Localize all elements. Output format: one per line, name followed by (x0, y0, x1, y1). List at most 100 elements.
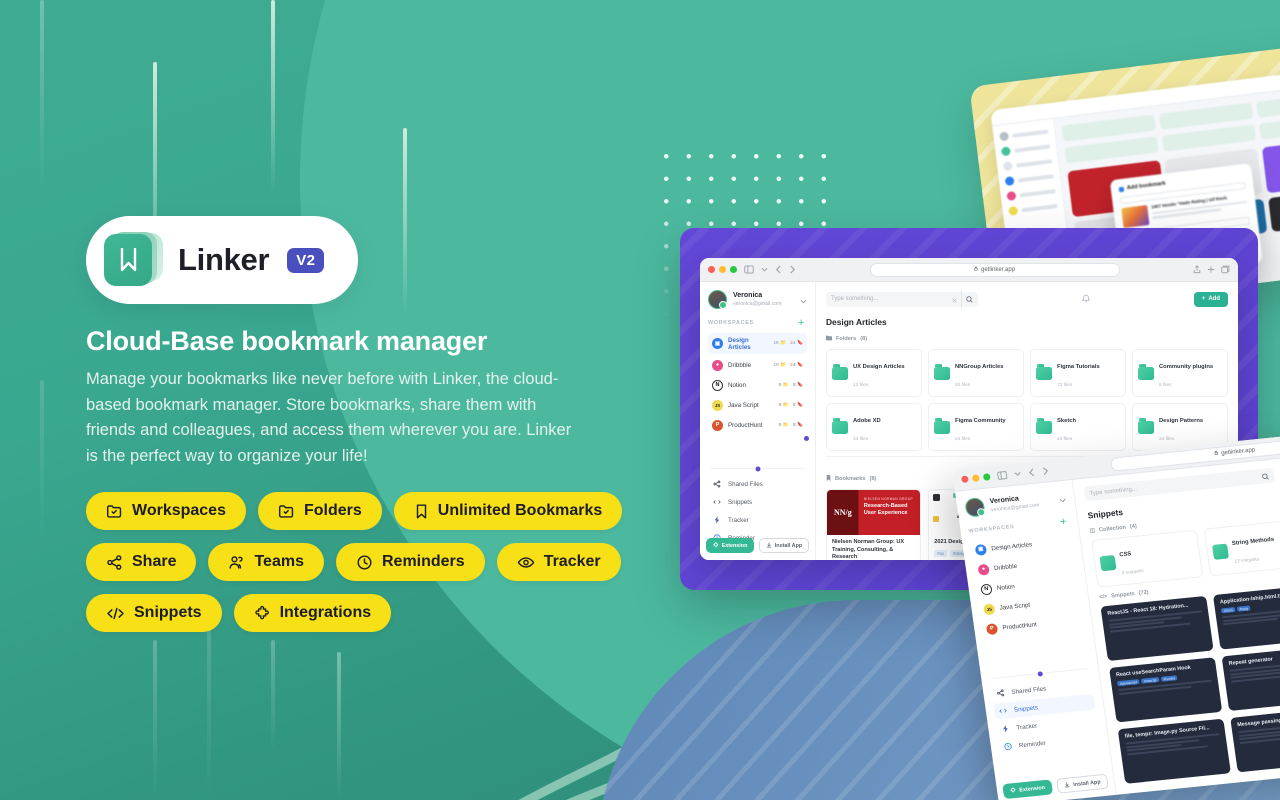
sidebar-footer: Extension Install App (706, 538, 809, 553)
feature-pill-folders[interactable]: Folders (257, 492, 382, 530)
browser-url-bar[interactable]: getlinker.app (869, 262, 1120, 277)
avatar (708, 290, 727, 309)
sidebar-item-tracker[interactable]: Tracker (708, 512, 807, 528)
sidebar-item-dribbble[interactable]: ● Dribbble 10 📁 24 🔖 (708, 356, 807, 374)
sidebar-divider (710, 434, 811, 473)
sidebar-item-design-articles[interactable]: ▣ Design Articles 16 📁 24 🔖 (708, 333, 807, 354)
add-workspace-button[interactable]: + (1059, 516, 1068, 529)
user-profile[interactable]: Veronica veronica@gmail.com (964, 489, 1067, 518)
feature-pill-reminders[interactable]: Reminders (335, 543, 485, 581)
workspaces-section-header: WORKSPACES + (708, 318, 807, 329)
sidebar-item-notion[interactable]: N Notion 8 📁 8 🔖 (708, 376, 807, 394)
snippets-app-window: getlinker.app Veronica veronica@gmail.co… (952, 422, 1280, 800)
forward-icon[interactable] (789, 265, 796, 274)
snippet-card[interactable]: ReactJS - React 18: Hydration... (1100, 595, 1214, 662)
window-traffic-lights[interactable] (960, 473, 991, 484)
collapse-handle[interactable] (753, 464, 762, 473)
bookmark-tag[interactable]: #ux (934, 549, 948, 557)
sidebar-item-producthunt[interactable]: P ProductHunt 8 📁 8 🔖 (708, 416, 807, 434)
feature-pill-label: Integrations (279, 604, 372, 621)
sidebar-item-java-script[interactable]: JS Java Script 8 📁 8 🔖 (708, 396, 807, 414)
snippet-card[interactable]: Repeat generator (1221, 645, 1280, 712)
collection-name: String Methods (1231, 536, 1275, 547)
folder-card[interactable]: NNGroup Articles 50 files (928, 349, 1024, 397)
sidebar-item-shared-files[interactable]: Shared Files (708, 476, 807, 492)
install-app-button[interactable]: Install App (1055, 773, 1109, 794)
snippet-tag[interactable]: #twig (1236, 605, 1251, 612)
feature-pill-workspaces[interactable]: Workspaces (86, 492, 246, 530)
add-button[interactable]: + Add (1193, 291, 1228, 307)
add-workspace-button[interactable]: + (798, 318, 805, 329)
puzzle-icon (1010, 786, 1017, 795)
feature-pill-tracker[interactable]: Tracker (496, 543, 621, 581)
folder-card[interactable]: Figma Tutorials 72 files (1030, 349, 1126, 397)
bookmark-card[interactable]: NN/g NIELSEN NORMAN GROUP Research-Based… (826, 489, 922, 560)
sidebar-item-snippets[interactable]: Snippets (708, 494, 807, 510)
collections-header-label: Collection (1098, 524, 1127, 534)
sidebar-toggle-icon[interactable] (997, 470, 1008, 480)
user-profile[interactable]: Veronica veronica@gmail.com (708, 290, 807, 309)
folder-card[interactable]: UX Design Articles 12 files (826, 349, 922, 397)
notifications-icon[interactable] (1081, 290, 1091, 308)
page-title: Cloud-Base bookmark manager (86, 326, 488, 356)
collection-card[interactable]: CSS 8 snippets (1091, 529, 1204, 588)
search-icon[interactable] (1261, 467, 1270, 486)
back-icon[interactable] (1028, 468, 1036, 478)
feature-pill-unlimited-bookmarks[interactable]: Unlimited Bookmarks (393, 492, 623, 530)
brand-logo-pill[interactable]: Linker V2 (86, 216, 359, 304)
snippet-tag[interactable]: #javascript (1117, 678, 1140, 687)
snippet-tag[interactable]: #html (1220, 607, 1236, 614)
workspace-icon: N (712, 379, 723, 391)
sidebar-footer: Extension Install App (1002, 773, 1109, 800)
chevron-down-icon[interactable] (1014, 471, 1022, 477)
forward-icon[interactable] (1041, 466, 1049, 476)
sidebar-toggle-handle[interactable] (802, 434, 811, 443)
folder-check-icon (106, 503, 123, 520)
snippet-card[interactable]: file, tempz: Image.py Source Fil... (1117, 718, 1231, 784)
new-tab-icon[interactable] (1207, 261, 1215, 279)
workspace-counts: 16 📁 24 🔖 (773, 341, 803, 346)
collection-meta: 12 snippets (1234, 557, 1260, 565)
chevron-down-icon[interactable] (761, 267, 768, 272)
folder-card[interactable]: Community plugins 8 files (1132, 349, 1228, 397)
install-app-button[interactable]: Install App (759, 538, 809, 553)
folder-card[interactable]: Sketch 24 files (1030, 403, 1126, 451)
collapse-handle[interactable] (1034, 668, 1045, 679)
window-traffic-lights[interactable] (708, 266, 737, 273)
feature-pill-label: Share (132, 553, 177, 570)
folder-meta: 24 files (1159, 437, 1175, 442)
bookmark-icon (826, 474, 831, 483)
feature-pill-share[interactable]: Share (86, 543, 197, 581)
snippet-grid: ReactJS - React 18: Hydration... Applica… (1100, 573, 1280, 784)
folder-card[interactable]: Adobe XD 24 files (826, 403, 922, 451)
sidebar-toggle-icon[interactable] (744, 265, 754, 274)
folder-name: Figma Community (955, 418, 1006, 424)
back-icon[interactable] (775, 265, 782, 274)
feature-pill-integrations[interactable]: Integrations (233, 594, 392, 632)
collection-meta: 8 snippets (1121, 569, 1145, 577)
extension-button[interactable]: Extension (1002, 779, 1054, 800)
share-icon[interactable] (1193, 261, 1201, 279)
feature-pill-teams[interactable]: Teams (208, 543, 324, 581)
bolt-icon (1000, 724, 1011, 733)
search-input[interactable]: Type something... (826, 290, 978, 308)
collection-name: CSS (1119, 551, 1132, 559)
close-icon[interactable] (952, 290, 957, 308)
snippet-tag[interactable]: #reactjs (1141, 677, 1160, 684)
search-icon[interactable] (961, 290, 973, 308)
collection-icon (1099, 554, 1117, 571)
feature-pill-snippets[interactable]: Snippets (86, 594, 222, 632)
snippet-card[interactable]: React useSearchParam Hook #javascript #r… (1109, 657, 1223, 723)
snippet-card[interactable]: Message passing - Chrome... (1230, 707, 1280, 773)
snippet-card[interactable]: Application-lship.html.twig... #html #tw… (1212, 584, 1280, 650)
snippet-tag[interactable]: #hooks (1160, 675, 1178, 682)
chevron-down-icon[interactable] (800, 291, 807, 309)
workspace-counts: 8 📁 8 🔖 (778, 382, 803, 388)
bookmarks-header-label: Bookmarks (835, 475, 866, 482)
collection-card[interactable]: String Methods 12 snippets (1203, 518, 1280, 577)
folder-card[interactable]: Figma Community 24 files (928, 403, 1024, 451)
extension-button[interactable]: Extension (706, 538, 754, 553)
bolt-icon (712, 516, 722, 524)
chevron-down-icon[interactable] (1058, 489, 1067, 508)
tabs-icon[interactable] (1221, 261, 1230, 279)
